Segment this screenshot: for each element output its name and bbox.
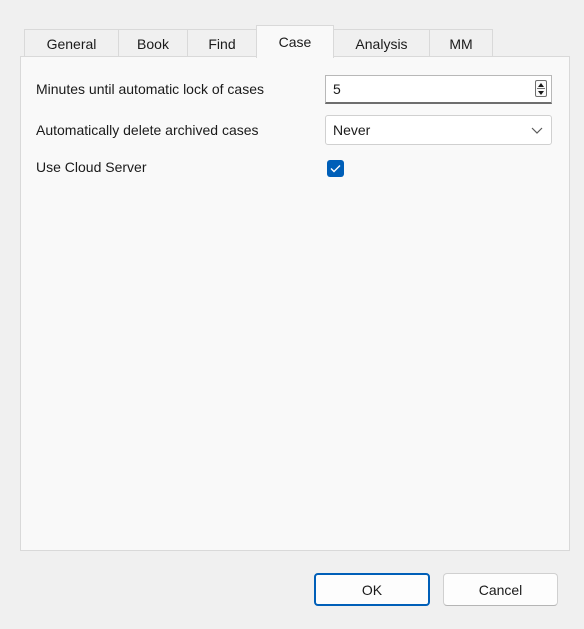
lock-minutes-spinbox[interactable] (325, 75, 552, 104)
triangle-up-icon (538, 82, 544, 87)
cloud-server-label: Use Cloud Server (36, 159, 147, 175)
tab-find[interactable]: Find (187, 29, 257, 57)
triangle-down-icon (538, 90, 544, 95)
ok-button[interactable]: OK (314, 573, 430, 606)
delete-archived-label: Automatically delete archived cases (36, 122, 259, 138)
tab-general[interactable]: General (24, 29, 119, 57)
delete-archived-value: Never (333, 122, 371, 138)
lock-minutes-label: Minutes until automatic lock of cases (36, 81, 264, 97)
checkmark-icon (330, 165, 341, 173)
options-dialog: General Book Find Case Analysis MM Minut… (0, 0, 584, 629)
spin-down-button[interactable] (536, 89, 546, 96)
delete-archived-combobox[interactable]: Never (325, 115, 552, 145)
spin-buttons (535, 80, 547, 97)
tab-case[interactable]: Case (256, 25, 334, 58)
lock-minutes-input[interactable] (326, 76, 523, 102)
case-settings-panel: Minutes until automatic lock of cases Au… (20, 56, 570, 551)
spin-up-button[interactable] (536, 81, 546, 88)
cloud-server-checkbox[interactable] (327, 160, 344, 177)
tab-analysis[interactable]: Analysis (333, 29, 430, 57)
tab-bar: General Book Find Case Analysis MM (24, 25, 493, 58)
cancel-button[interactable]: Cancel (443, 573, 558, 606)
tab-mm[interactable]: MM (429, 29, 493, 57)
chevron-down-icon (531, 127, 543, 134)
tab-book[interactable]: Book (118, 29, 188, 57)
